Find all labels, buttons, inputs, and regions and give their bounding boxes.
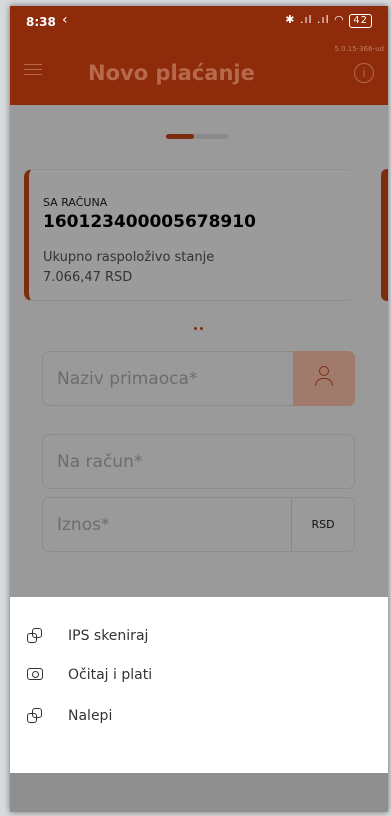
link-icon [27, 628, 42, 643]
recipient-account-placeholder: Na račun* [57, 452, 143, 472]
loading-dots [194, 315, 206, 334]
version-label: 5.0.15-366-ud [334, 45, 384, 53]
camera-icon [27, 668, 43, 680]
recipient-name-placeholder: Naziv primaoca* [57, 369, 198, 389]
signal-wifi-icons: ✱ .ıl .ıl ◠ [285, 13, 345, 26]
card-pager [166, 134, 228, 139]
recipient-account-field[interactable]: Na račun* [42, 434, 355, 489]
paste-option[interactable]: Nalepi [10, 694, 388, 742]
app-header: 8:38 ‹ ✱ .ıl .ıl ◠ 42 5.0.15-366-ud Novo… [10, 6, 388, 105]
source-account-number: 160123400005678910 [43, 212, 256, 232]
ips-scan-label: IPS skeniraj [68, 628, 149, 644]
page-title: Novo plaćanje [88, 61, 255, 85]
status-icons: ✱ .ıl .ıl ◠ 42 [285, 13, 372, 28]
info-icon[interactable]: i [354, 63, 374, 83]
currency-selector[interactable]: RSD [291, 498, 354, 551]
back-gesture-icon: ‹ [62, 12, 68, 28]
amount-placeholder: Iznos* [57, 515, 110, 535]
menu-icon[interactable] [24, 60, 42, 78]
person-icon [315, 366, 333, 386]
status-time: 8:38 [26, 15, 56, 29]
available-balance-label: Ukupno raspoloživo stanje [43, 250, 215, 265]
battery-icon: 42 [349, 14, 372, 28]
link-icon [27, 708, 42, 723]
action-bottom-sheet: IPS skeniraj Očitaj i plati Nalepi [10, 597, 388, 773]
contacts-button[interactable] [293, 351, 355, 406]
status-bar: 8:38 ‹ ✱ .ıl .ıl ◠ 42 [10, 6, 388, 40]
paste-label: Nalepi [68, 708, 113, 724]
active-page-indicator [166, 134, 194, 139]
app-screen: 8:38 ‹ ✱ .ıl .ıl ◠ 42 5.0.15-366-ud Novo… [10, 6, 388, 812]
scan-and-pay-label: Očitaj i plati [68, 667, 153, 683]
recipient-name-field[interactable]: Naziv primaoca* [42, 351, 355, 406]
source-account-card[interactable]: SA RAČUNA 160123400005678910 Ukupno rasp… [24, 169, 355, 301]
next-account-card-peek[interactable] [381, 169, 388, 301]
device-frame: 8:38 ‹ ✱ .ıl .ıl ◠ 42 5.0.15-366-ud Novo… [0, 0, 391, 816]
available-balance-value: 7.066,47 RSD [43, 270, 133, 285]
system-navigation-bar[interactable] [10, 773, 388, 812]
amount-field[interactable]: Iznos* RSD [42, 497, 355, 552]
source-account-label: SA RAČUNA [43, 196, 108, 209]
